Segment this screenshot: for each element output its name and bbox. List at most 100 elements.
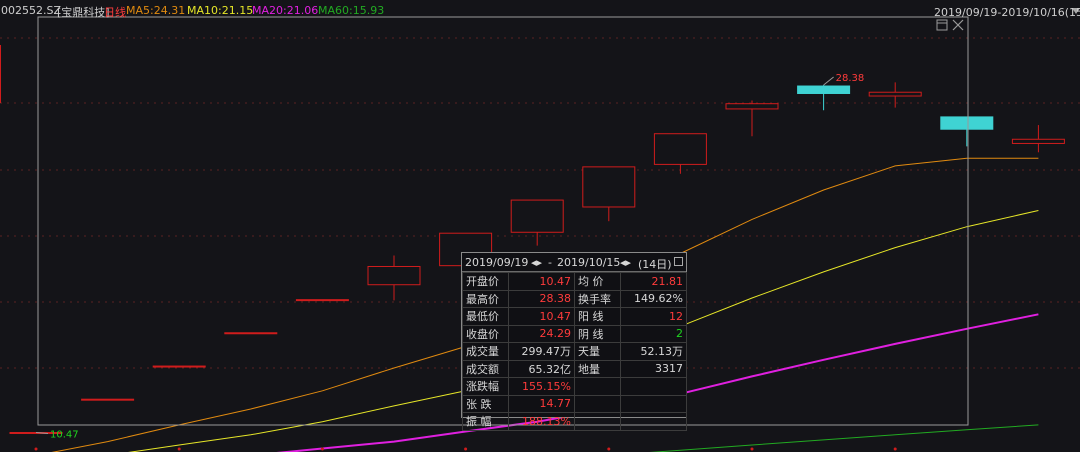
ma5-value: MA5:24.31 bbox=[126, 4, 186, 17]
ma20-value: MA20:21.06 bbox=[252, 4, 319, 17]
stock-name: [宝鼎科技] bbox=[57, 6, 110, 19]
stats-label: 最高价 bbox=[462, 289, 509, 308]
stats-label bbox=[574, 394, 621, 413]
stats-label bbox=[574, 377, 621, 396]
candle[interactable] bbox=[1011, 125, 1065, 153]
signal-markers bbox=[34, 447, 897, 451]
candle[interactable] bbox=[725, 100, 779, 137]
stats-value bbox=[620, 394, 687, 413]
candle-body bbox=[582, 166, 636, 208]
candle[interactable] bbox=[510, 199, 564, 246]
range-end: 2019/10/15 bbox=[557, 256, 621, 269]
stats-row: 最低价 10.47 阳 线 12 bbox=[462, 307, 687, 326]
stats-label bbox=[574, 412, 621, 431]
stats-value bbox=[620, 412, 687, 431]
stats-value: 14.77 bbox=[508, 394, 575, 413]
annotation-label: 28.38 bbox=[836, 73, 865, 84]
candle[interactable] bbox=[797, 85, 851, 111]
range-start: 2019/09/19 bbox=[465, 256, 529, 269]
stats-table: 开盘价 10.47 均 价 21.81 最高价 28.38 换手率 149.62% 最低价 10.… bbox=[462, 272, 687, 431]
signal-marker bbox=[750, 447, 754, 451]
annotation-label: 10.47 bbox=[50, 429, 79, 440]
range-start-arrows[interactable]: ◂▸ bbox=[531, 256, 542, 269]
stats-value: 24.29 bbox=[508, 324, 575, 343]
candle[interactable] bbox=[367, 255, 421, 301]
close-box-icon[interactable] bbox=[674, 257, 683, 266]
stats-label: 成交额 bbox=[462, 359, 509, 378]
stats-row: 振 幅 188.13% bbox=[462, 412, 687, 431]
range-dash: - bbox=[548, 256, 552, 269]
stats-row: 成交量 299.47万 天量 52.13万 bbox=[462, 342, 687, 361]
candle-body bbox=[367, 265, 421, 286]
stats-value: 3317 bbox=[620, 359, 687, 378]
stats-row: 张 跌 14.77 bbox=[462, 394, 687, 413]
range-days: (14日) bbox=[638, 258, 672, 271]
candle-body bbox=[797, 85, 851, 94]
stats-value: 65.32亿 bbox=[508, 359, 575, 378]
stats-row: 收盘价 24.29 阴 线2 bbox=[462, 324, 687, 343]
candle-body bbox=[1011, 138, 1065, 144]
close-icon[interactable] bbox=[952, 19, 964, 31]
indicator-bar: 002552.SZ [宝鼎科技] 日线 MA5:24.31 MA10:21.15… bbox=[0, 0, 1080, 20]
stats-label: 阴 线 bbox=[574, 324, 621, 343]
annotation-leader bbox=[823, 76, 834, 86]
stats-value: 10.47 bbox=[508, 307, 575, 326]
stock-code: 002552.SZ bbox=[1, 4, 62, 17]
signal-marker bbox=[607, 447, 611, 451]
stats-value: 10.47 bbox=[508, 272, 575, 291]
ma10-value: MA10:21.15 bbox=[187, 4, 254, 17]
candle-body bbox=[224, 332, 278, 335]
candle[interactable] bbox=[152, 365, 206, 368]
stats-value: 12 bbox=[620, 307, 687, 326]
stats-row: 涨跌幅 155.15% bbox=[462, 377, 687, 396]
candle[interactable] bbox=[295, 299, 349, 302]
candle-body bbox=[510, 199, 564, 233]
stats-label: 开盘价 bbox=[462, 272, 509, 291]
stats-label: 涨跌幅 bbox=[462, 377, 509, 396]
stats-label: 张 跌 bbox=[462, 394, 509, 413]
candle-body bbox=[295, 299, 349, 302]
candle-body bbox=[152, 365, 206, 368]
stats-label: 地量 bbox=[574, 359, 621, 378]
period-label[interactable]: 日线 bbox=[104, 4, 126, 20]
stats-value: 2 bbox=[620, 324, 687, 343]
ma60-value: MA60:15.93 bbox=[318, 4, 385, 17]
candle-body bbox=[868, 91, 922, 97]
stats-label: 换手率 bbox=[574, 289, 621, 308]
window-icon[interactable] bbox=[936, 19, 948, 31]
signal-marker bbox=[177, 447, 181, 451]
candle-body bbox=[940, 116, 994, 130]
stats-value: 155.15% bbox=[508, 377, 575, 396]
stats-row: 最高价 28.38 换手率 149.62% bbox=[462, 289, 687, 308]
stats-row: 开盘价 10.47 均 价 21.81 bbox=[462, 272, 687, 291]
candle[interactable] bbox=[224, 332, 278, 335]
candle-body bbox=[725, 103, 779, 110]
stats-label: 均 价 bbox=[574, 272, 621, 291]
stats-value: 299.47万 bbox=[508, 342, 575, 361]
stats-value: 52.13万 bbox=[620, 342, 687, 361]
stats-value bbox=[620, 377, 687, 396]
signal-marker bbox=[34, 447, 38, 451]
candle[interactable] bbox=[582, 166, 636, 222]
stats-label: 阳 线 bbox=[574, 307, 621, 326]
stats-label: 最低价 bbox=[462, 307, 509, 326]
signal-marker bbox=[893, 447, 897, 451]
candle[interactable] bbox=[653, 133, 707, 174]
stats-label: 振 幅 bbox=[462, 412, 509, 431]
candle-body bbox=[653, 133, 707, 165]
stats-label: 成交量 bbox=[462, 342, 509, 361]
stats-value: 188.13% bbox=[508, 412, 575, 431]
stats-label: 收盘价 bbox=[462, 324, 509, 343]
range-end-arrows[interactable]: ◂▸ bbox=[620, 256, 631, 269]
signal-marker bbox=[320, 447, 324, 451]
stats-row: 成交额 65.32亿 地量 3317 bbox=[462, 359, 687, 378]
stats-label: 天量 bbox=[574, 342, 621, 361]
stats-header: 2019/09/19 ◂▸ - 2019/10/15 ◂▸ (14日) bbox=[462, 253, 686, 272]
date-range: 2019/09/19-2019/10/16(15日) bbox=[934, 6, 1080, 19]
interval-stats-panel: 2019/09/19 ◂▸ - 2019/10/15 ◂▸ (14日) 开盘价 1… bbox=[461, 252, 687, 431]
candle[interactable] bbox=[81, 398, 135, 401]
signal-marker bbox=[464, 447, 468, 451]
candle[interactable] bbox=[868, 82, 922, 108]
candle[interactable] bbox=[940, 116, 994, 147]
candle-body bbox=[81, 398, 135, 401]
